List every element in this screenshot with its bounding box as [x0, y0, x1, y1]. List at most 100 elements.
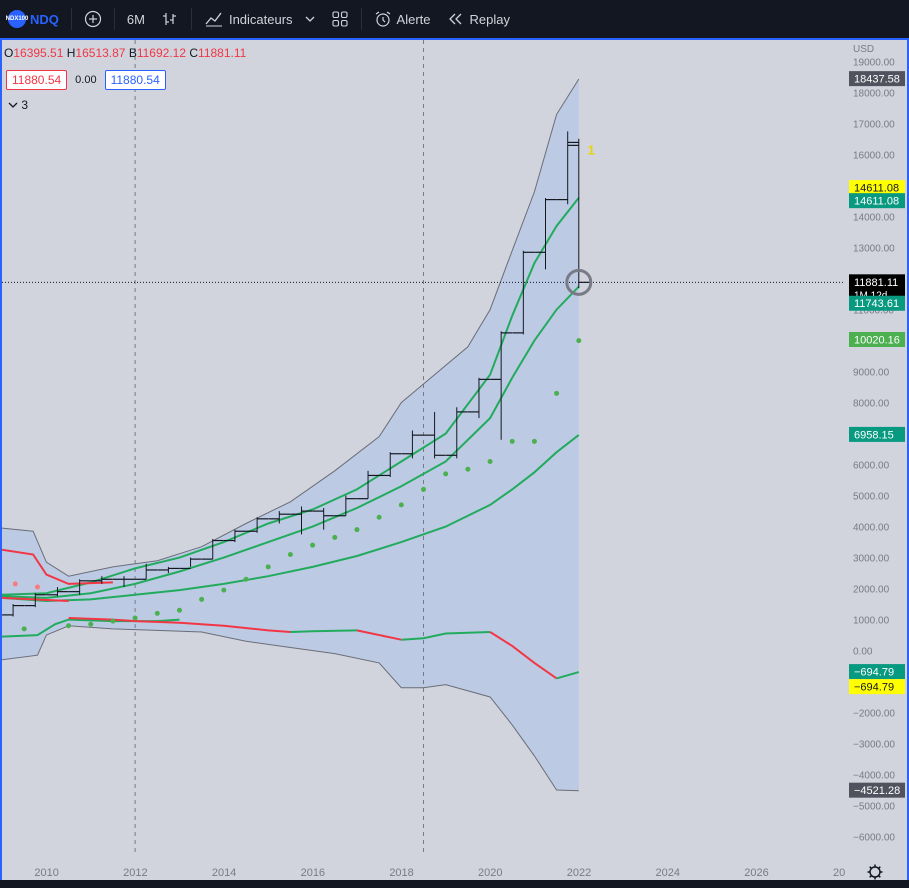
close-value: 11881.11 [198, 46, 247, 60]
layouts-button[interactable] [323, 0, 357, 38]
green-dot [554, 390, 560, 396]
sell-price-button[interactable]: 11880.54 [6, 70, 68, 90]
green-dot [132, 615, 138, 621]
green-dot [66, 623, 72, 629]
chevron-down-icon [8, 101, 18, 109]
green-dot [154, 610, 160, 616]
green-dot [509, 438, 515, 444]
y-tick-label: −2000.00 [853, 709, 895, 720]
low-value: 11692.12 [136, 46, 187, 60]
green-dot [376, 514, 382, 520]
symbol-search[interactable]: NDX100 NDQ [0, 0, 67, 38]
y-tick-label: 0.00 [853, 647, 873, 658]
y-tick-label: 13000.00 [853, 244, 895, 255]
low-label: B [128, 46, 137, 60]
green-dot [465, 466, 471, 472]
chart-pane[interactable]: 1USD19000.0018000.0017000.0016000.001500… [0, 38, 909, 888]
green-dot [265, 564, 271, 570]
indicators-label: Indicateurs [228, 11, 293, 27]
alert-label: Alerte [396, 11, 431, 27]
price-chart[interactable]: 1USD19000.0018000.0017000.0016000.001500… [2, 40, 907, 888]
open-label: O [4, 46, 14, 60]
x-tick-label: 2010 [34, 867, 58, 879]
price-label-text: 14611.08 [854, 183, 899, 195]
y-tick-label: −5000.00 [853, 802, 895, 813]
y-tick-label: −4000.00 [853, 771, 895, 782]
bid-ask-row: 11880.54 0.00 11880.54 [6, 70, 166, 90]
indicator-count: 3 [21, 98, 29, 112]
y-tick-label: −3000.00 [853, 740, 895, 751]
toolbar-separator [113, 8, 115, 30]
timeframe-label: 6M [126, 11, 145, 27]
compare-button[interactable] [76, 0, 110, 38]
indicators-icon [204, 10, 224, 28]
x-tick-label: 2022 [567, 867, 591, 879]
y-tick-label: 9000.00 [853, 368, 890, 379]
green-dot [310, 542, 316, 548]
replay-label: Replay [469, 11, 510, 27]
price-label-text: 14611.08 [854, 196, 899, 208]
y-tick-label: 1000.00 [853, 616, 890, 627]
spread-value: 0.00 [75, 74, 97, 86]
indicators-toggle[interactable]: 3 [8, 98, 28, 112]
green-dot [287, 551, 293, 557]
alert-button[interactable]: Alerte [366, 0, 439, 38]
price-label-text: −694.79 [854, 682, 894, 694]
currency-label: USD [853, 44, 874, 55]
x-tick-label: 2020 [478, 867, 502, 879]
y-tick-label: 8000.00 [853, 399, 890, 410]
green-dot [443, 471, 449, 477]
alarm-clock-icon [374, 10, 392, 28]
ohlc-legend: O16395.51 H16513.87 B11692.12 C11881.11 [4, 46, 246, 60]
timeframe-button[interactable]: 6M [119, 0, 153, 38]
green-dot [332, 534, 338, 540]
close-label: C [189, 46, 199, 60]
price-label-text: 6958.15 [854, 429, 894, 441]
y-tick-label: 2000.00 [853, 585, 890, 596]
symbol-name: NDQ [30, 11, 59, 27]
green-dot [88, 621, 94, 627]
price-label-text: 11881.11 [854, 277, 898, 289]
y-tick-label: −6000.00 [853, 833, 895, 844]
price-label-text: 11743.61 [854, 298, 899, 310]
green-dot [199, 596, 205, 602]
toolbar-separator [360, 8, 362, 30]
y-tick-label: 4000.00 [853, 523, 890, 534]
x-tick-label: 2018 [389, 867, 413, 879]
x-tick-label: 2024 [656, 867, 680, 879]
y-tick-label: 3000.00 [853, 554, 890, 565]
y-tick-label: 18000.00 [853, 89, 895, 100]
price-label-text: −4521.28 [854, 785, 900, 797]
price-label-text: 10020.16 [854, 335, 900, 347]
green-dot [110, 618, 116, 624]
bar-chart-style-icon [161, 10, 179, 28]
x-tick-label: 2026 [744, 867, 768, 879]
indicators-button[interactable]: Indicateurs [196, 0, 323, 38]
annotation-label: 1 [588, 143, 595, 158]
y-tick-label: 16000.00 [853, 151, 895, 162]
bottom-strip [0, 880, 909, 888]
replay-button[interactable]: Replay [439, 0, 518, 38]
red-dot [34, 584, 40, 590]
red-dot [12, 581, 18, 587]
plus-circle-icon [84, 10, 102, 28]
toolbar-separator [190, 8, 192, 30]
price-label-text: 18437.58 [854, 74, 900, 86]
x-tick-label: 2014 [212, 867, 236, 879]
green-dot [21, 626, 27, 632]
y-tick-label: 5000.00 [853, 492, 890, 503]
top-toolbar: NDX100 NDQ 6M Indicateurs Alerte Replay [0, 0, 909, 38]
green-dot [176, 607, 182, 613]
buy-price-button[interactable]: 11880.54 [104, 70, 166, 90]
green-dot [398, 502, 404, 508]
toolbar-separator [70, 8, 72, 30]
x-tick-label: 20 [833, 867, 845, 879]
chart-style-button[interactable] [153, 0, 187, 38]
y-tick-label: 19000.00 [853, 58, 895, 69]
y-tick-label: 14000.00 [853, 213, 895, 224]
rewind-icon [447, 10, 465, 28]
x-tick-label: 2012 [123, 867, 147, 879]
y-tick-label: 6000.00 [853, 461, 890, 472]
high-value: 16513.87 [75, 46, 126, 60]
x-tick-label: 2016 [301, 867, 325, 879]
